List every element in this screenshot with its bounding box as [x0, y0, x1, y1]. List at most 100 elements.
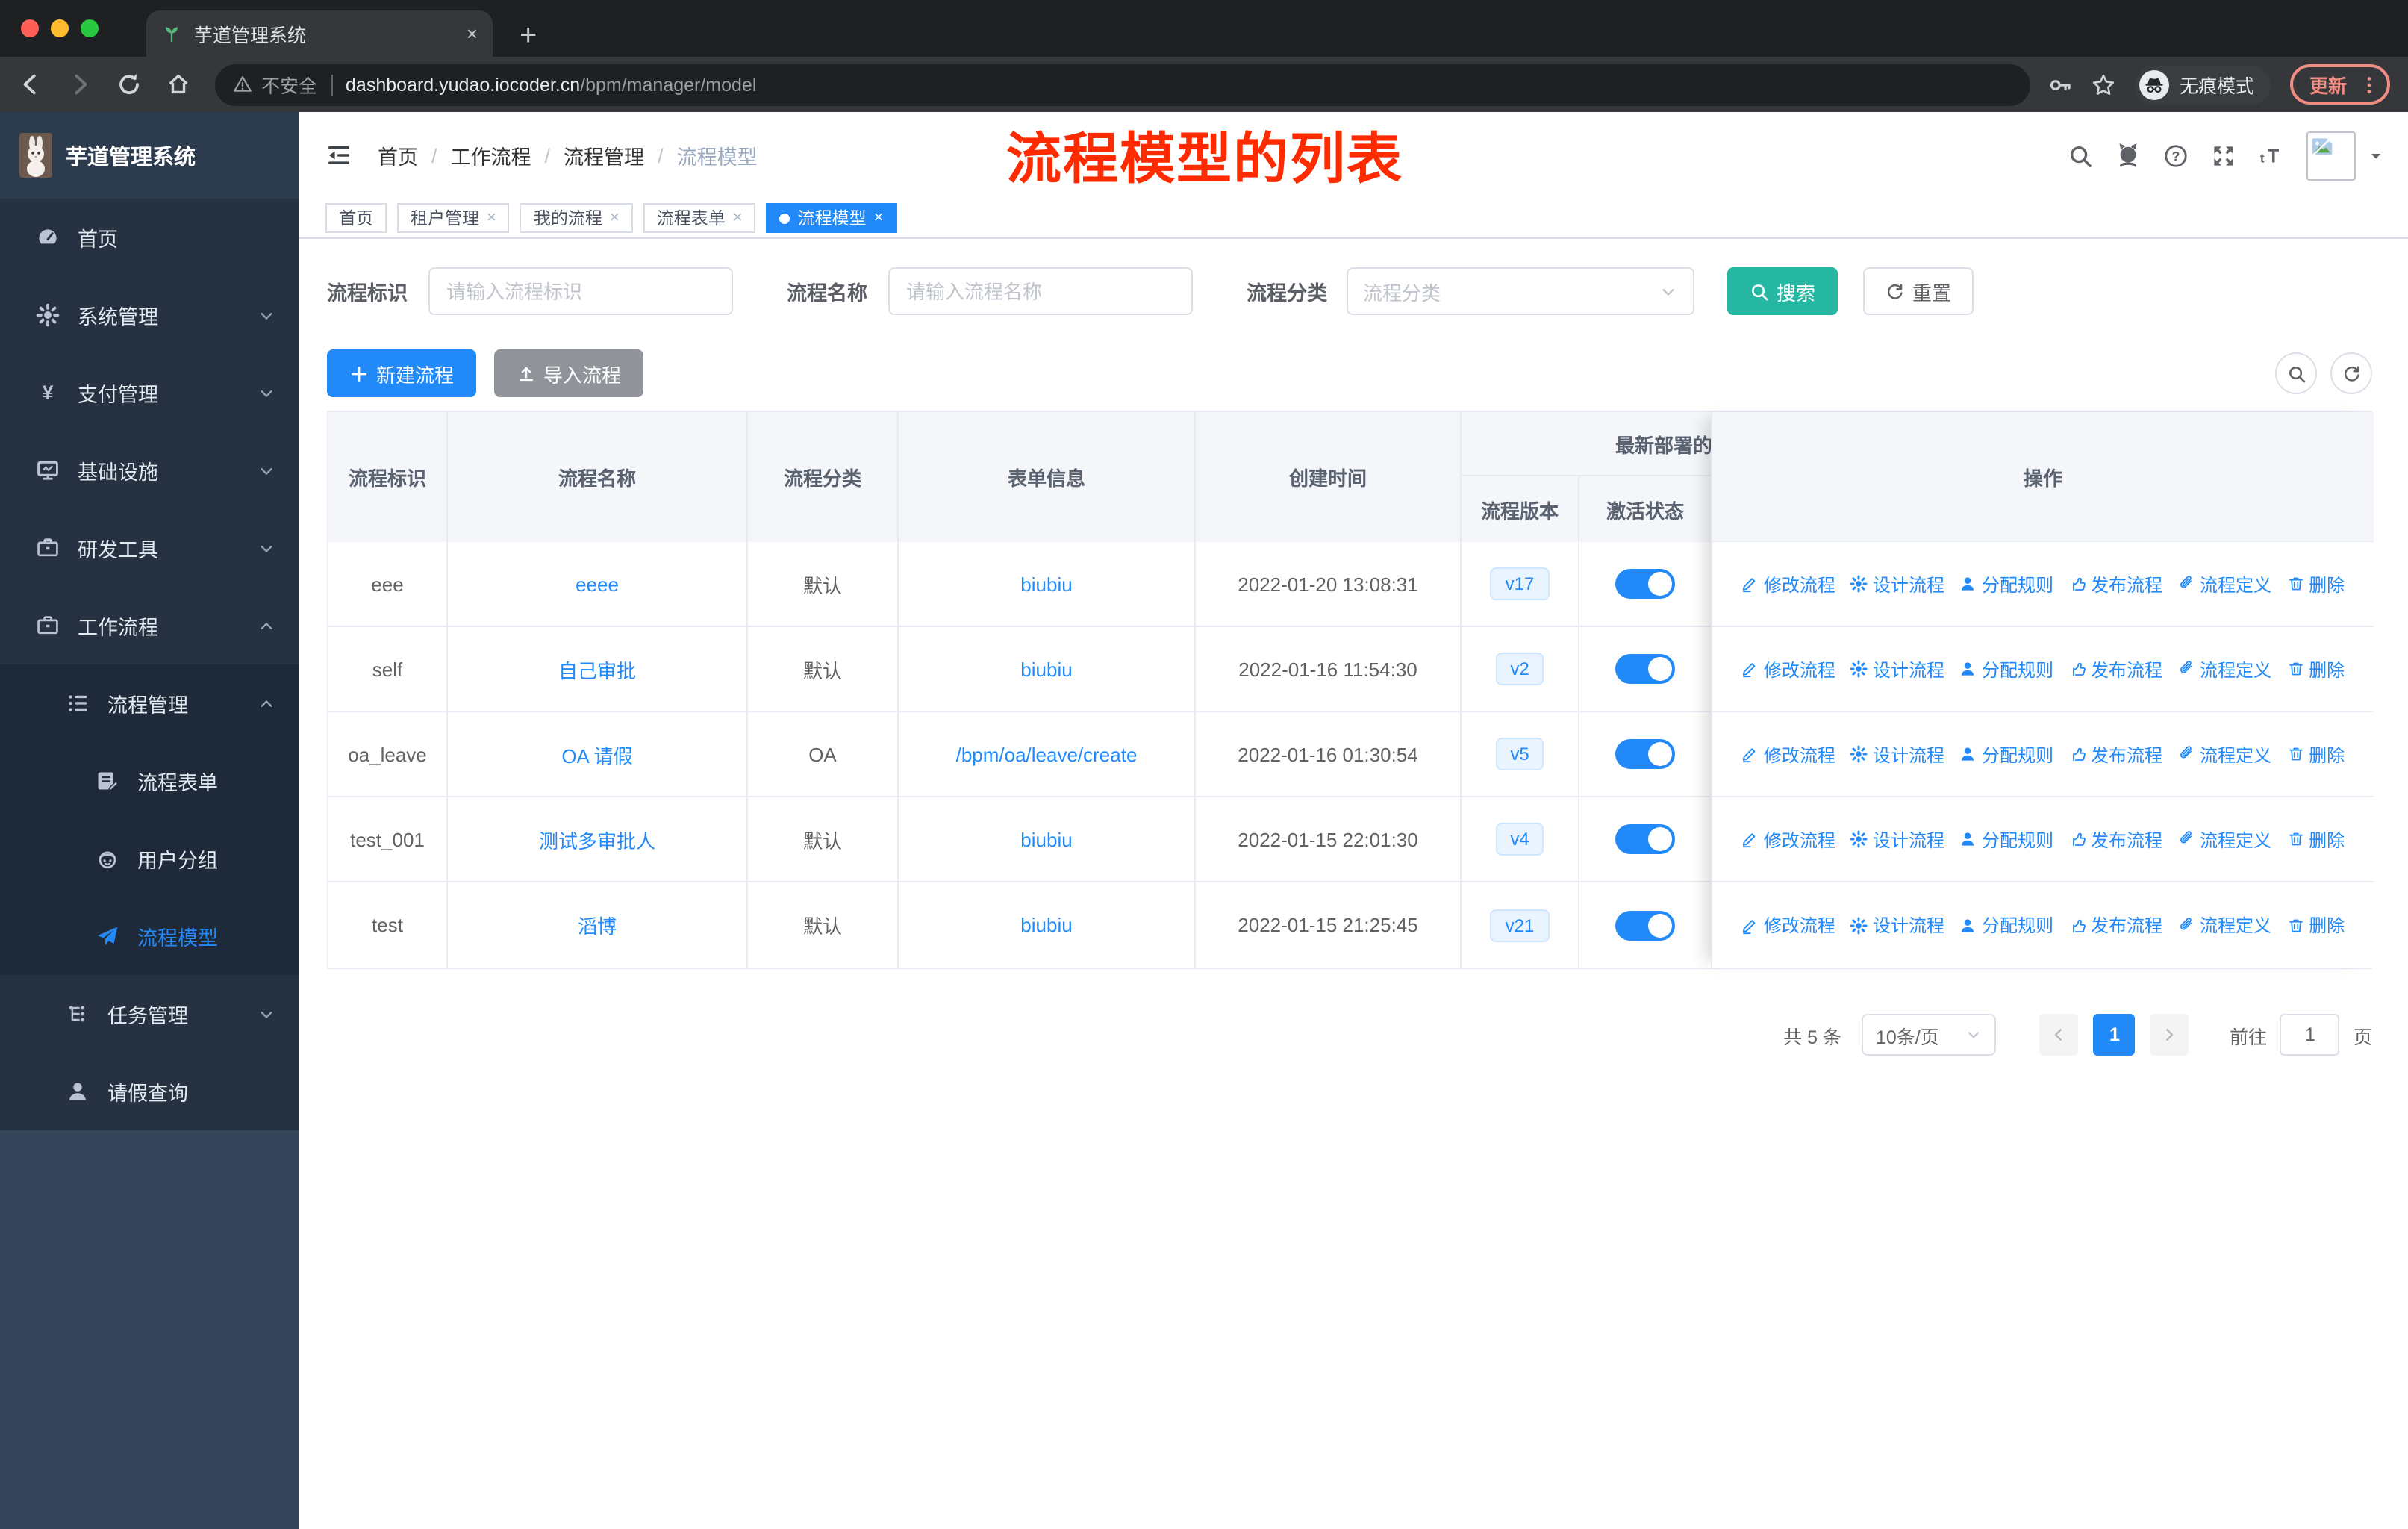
tab-tag-2[interactable]: 我的流程 × [520, 203, 633, 233]
form-info-link[interactable]: biubiu [1020, 573, 1072, 595]
action-deploy-link[interactable]: 发布流程 [2068, 656, 2162, 682]
sidebar-item-1[interactable]: 系统管理 [0, 276, 299, 354]
search-icon[interactable] [2068, 143, 2093, 168]
action-edit-link[interactable]: 修改流程 [1741, 912, 1835, 938]
action-assign-rule-link[interactable]: 分配规则 [1959, 912, 2053, 938]
tab-tag-4[interactable]: 流程模型 × [766, 203, 897, 233]
key-icon[interactable] [2048, 72, 2072, 96]
goto-page-input[interactable] [2280, 1014, 2340, 1056]
font-size-icon[interactable]: tT [2259, 143, 2284, 168]
sidebar-item-4[interactable]: 研发工具 [0, 509, 299, 587]
show-search-button[interactable] [2275, 352, 2317, 394]
form-info-link[interactable]: biubiu [1020, 828, 1072, 850]
active-toggle[interactable] [1615, 910, 1675, 940]
action-delete-link[interactable]: 删除 [2286, 912, 2345, 938]
action-definition-link[interactable]: 流程定义 [2177, 571, 2271, 597]
form-info-link[interactable]: biubiu [1020, 658, 1072, 680]
sidebar-item-10[interactable]: 任务管理 [0, 975, 299, 1053]
url-bar[interactable]: 不安全 dashboard.yudao.iocoder.cn/bpm/manag… [215, 63, 2030, 105]
breadcrumb-item[interactable]: 流程管理 [564, 140, 644, 170]
action-delete-link[interactable]: 删除 [2286, 826, 2345, 852]
active-toggle[interactable] [1615, 824, 1675, 854]
search-button[interactable]: 搜索 [1727, 267, 1838, 315]
action-design-link[interactable]: 设计流程 [1850, 571, 1944, 597]
chevron-down-icon[interactable] [2368, 147, 2384, 164]
next-page-button[interactable] [2150, 1014, 2189, 1056]
sidebar-item-9[interactable]: 流程模型 [0, 897, 299, 975]
tab-tag-1[interactable]: 租户管理 × [397, 203, 510, 233]
action-definition-link[interactable]: 流程定义 [2177, 656, 2271, 682]
action-assign-rule-link[interactable]: 分配规则 [1959, 826, 2053, 852]
security-label[interactable]: 不安全 [261, 70, 317, 99]
kebab-menu-icon[interactable] [2359, 74, 2380, 95]
zoom-window-button[interactable] [81, 19, 99, 37]
tab-tag-0[interactable]: 首页 [325, 203, 387, 233]
action-design-link[interactable]: 设计流程 [1850, 741, 1944, 767]
close-icon[interactable]: × [874, 209, 884, 226]
reset-button[interactable]: 重置 [1863, 267, 1974, 315]
action-delete-link[interactable]: 删除 [2286, 571, 2345, 597]
page-number-active[interactable]: 1 [2093, 1014, 2136, 1056]
app-logo[interactable]: 芋道管理系统 [0, 112, 299, 199]
action-deploy-link[interactable]: 发布流程 [2068, 826, 2162, 852]
close-icon[interactable]: × [487, 209, 496, 226]
close-tab-icon[interactable]: × [467, 24, 478, 43]
action-deploy-link[interactable]: 发布流程 [2068, 741, 2162, 767]
sidebar-item-5[interactable]: 工作流程 [0, 587, 299, 664]
filter-name-input[interactable] [888, 267, 1193, 315]
new-tab-button[interactable]: + [520, 21, 537, 51]
update-menu-button[interactable]: 更新 [2289, 64, 2390, 105]
github-icon[interactable] [2115, 143, 2141, 168]
action-design-link[interactable]: 设计流程 [1850, 912, 1944, 938]
action-definition-link[interactable]: 流程定义 [2177, 741, 2271, 767]
action-deploy-link[interactable]: 发布流程 [2068, 912, 2162, 938]
forward-icon[interactable] [67, 72, 93, 97]
action-design-link[interactable]: 设计流程 [1850, 656, 1944, 682]
sidebar-item-6[interactable]: 流程管理 [0, 664, 299, 742]
page-size-select[interactable]: 10条/页 [1862, 1014, 1997, 1056]
breadcrumb-item[interactable]: 首页 [378, 140, 418, 170]
action-definition-link[interactable]: 流程定义 [2177, 826, 2271, 852]
action-edit-link[interactable]: 修改流程 [1741, 571, 1835, 597]
action-edit-link[interactable]: 修改流程 [1741, 741, 1835, 767]
fullscreen-icon[interactable] [2211, 143, 2236, 168]
close-icon[interactable]: × [733, 209, 743, 226]
sidebar-collapse-icon[interactable] [325, 142, 352, 169]
create-model-button[interactable]: 新建流程 [327, 349, 477, 397]
back-icon[interactable] [18, 72, 43, 97]
reload-icon[interactable] [116, 72, 142, 97]
tab-tag-3[interactable]: 流程表单 × [643, 203, 756, 233]
sidebar-item-2[interactable]: ¥ 支付管理 [0, 354, 299, 432]
sidebar-item-3[interactable]: 基础设施 [0, 432, 299, 509]
action-definition-link[interactable]: 流程定义 [2177, 912, 2271, 938]
refresh-table-button[interactable] [2330, 352, 2372, 394]
action-deploy-link[interactable]: 发布流程 [2068, 571, 2162, 597]
help-icon[interactable]: ? [2163, 143, 2189, 168]
home-icon[interactable] [166, 72, 191, 97]
action-delete-link[interactable]: 删除 [2286, 656, 2345, 682]
action-design-link[interactable]: 设计流程 [1850, 826, 1944, 852]
filter-category-select[interactable]: 流程分类 [1347, 267, 1694, 315]
active-toggle[interactable] [1615, 739, 1675, 769]
action-assign-rule-link[interactable]: 分配规则 [1959, 571, 2053, 597]
active-toggle[interactable] [1615, 569, 1675, 599]
active-toggle[interactable] [1615, 654, 1675, 684]
action-delete-link[interactable]: 删除 [2286, 741, 2345, 767]
form-info-link[interactable]: biubiu [1020, 914, 1072, 936]
model-name-link[interactable]: OA 请假 [561, 740, 632, 768]
minimize-window-button[interactable] [51, 19, 69, 37]
model-name-link[interactable]: 测试多审批人 [539, 825, 655, 853]
close-icon[interactable]: × [610, 209, 620, 226]
sidebar-item-8[interactable]: 用户分组 [0, 820, 299, 897]
action-edit-link[interactable]: 修改流程 [1741, 656, 1835, 682]
sidebar-item-0[interactable]: 首页 [0, 199, 299, 276]
action-assign-rule-link[interactable]: 分配规则 [1959, 741, 2053, 767]
bookmark-star-icon[interactable] [2092, 72, 2115, 96]
filter-id-input[interactable] [428, 267, 733, 315]
prev-page-button[interactable] [2039, 1014, 2079, 1056]
model-name-link[interactable]: 自己审批 [558, 655, 636, 683]
model-name-link[interactable]: 滔博 [578, 911, 617, 939]
sidebar-item-11[interactable]: 请假查询 [0, 1053, 299, 1130]
sidebar-item-7[interactable]: 流程表单 [0, 742, 299, 820]
form-info-link[interactable]: /bpm/oa/leave/create [956, 743, 1138, 765]
